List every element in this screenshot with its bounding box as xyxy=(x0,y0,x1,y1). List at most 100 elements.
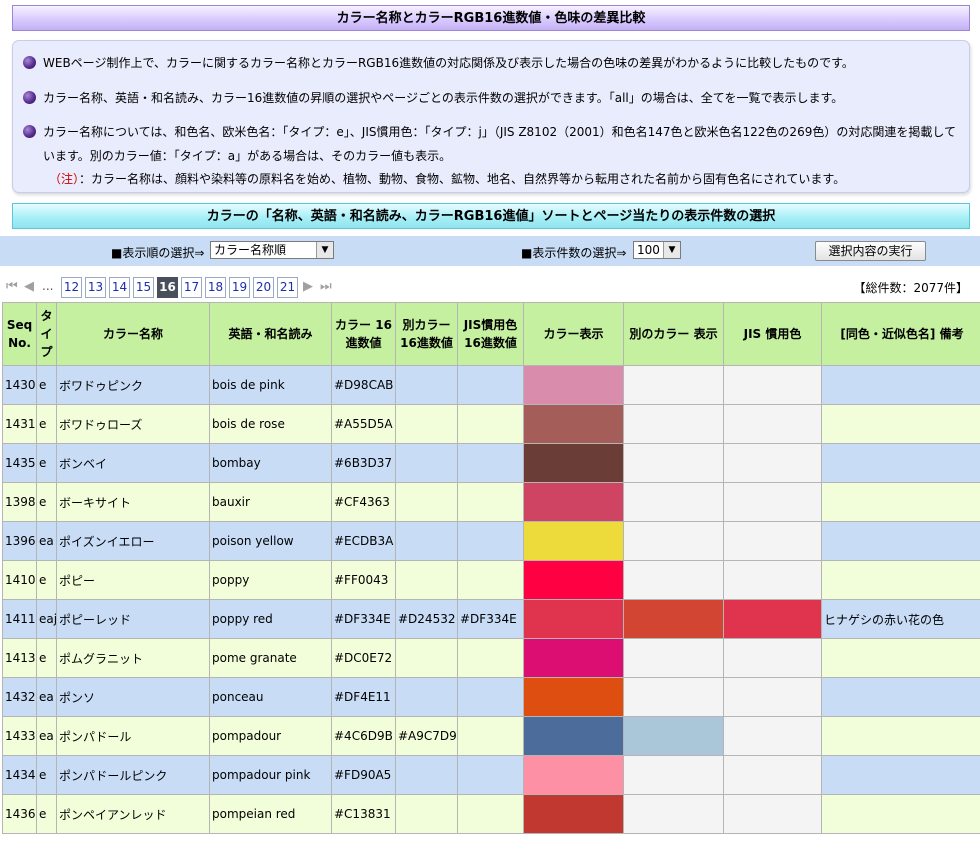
table-row: 1398 e ボーキサイト bauxir #CF4363 xyxy=(2,482,980,522)
cell-name: ポピー xyxy=(56,560,210,600)
note-text: ：カラー名称は、顔料や染料等の原料名を始め、植物、動物、食物、鉱物、地名、自然界… xyxy=(79,172,846,186)
next-page-icon[interactable]: ▶ xyxy=(303,280,313,294)
page-link[interactable]: 18 xyxy=(205,277,226,298)
cell-seq: 1410 xyxy=(2,560,37,600)
cell-jis-hex xyxy=(457,482,524,522)
cell-jis-hex xyxy=(457,716,524,756)
page-link[interactable]: 20 xyxy=(253,277,274,298)
cell-hex: #4C6D9B xyxy=(331,716,396,756)
swatch-main xyxy=(523,794,624,834)
col-seq: Seq No. xyxy=(2,302,37,366)
first-page-icon[interactable]: ⏮ xyxy=(6,280,18,294)
info-note: （注）：カラー名称は、顔料や染料等の原料名を始め、植物、動物、食物、鉱物、地名、… xyxy=(49,168,845,191)
table-header-row: Seq No. タイプ カラー名称 英語・和名読み カラー 16進数値 別カラー… xyxy=(2,302,980,366)
col-reading: 英語・和名読み xyxy=(209,302,332,366)
count-label: ■表示件数の選択⇒ xyxy=(521,246,627,260)
cell-note xyxy=(821,521,980,561)
col-alt-hex: 別カラー 16進数値 xyxy=(395,302,458,366)
cell-reading: poison yellow xyxy=(209,521,332,561)
cell-note xyxy=(821,794,980,834)
order-select[interactable]: カラー名称順 ▼ xyxy=(210,241,334,259)
col-hex: カラー 16進数値 xyxy=(331,302,396,366)
cell-alt-hex xyxy=(395,482,458,522)
cell-reading: bois de rose xyxy=(209,404,332,444)
cell-jis-hex xyxy=(457,677,524,717)
cell-note xyxy=(821,443,980,483)
col-jis-display: JIS 慣用色 xyxy=(723,302,822,366)
cell-alt-hex xyxy=(395,521,458,561)
page-link[interactable]: 13 xyxy=(85,277,106,298)
swatch-jis xyxy=(723,794,822,834)
chevron-down-icon[interactable]: ▼ xyxy=(663,242,680,258)
cell-type: eaj xyxy=(36,599,57,639)
swatch-alt xyxy=(623,638,724,678)
cell-type: e xyxy=(36,560,57,600)
cell-jis-hex xyxy=(457,443,524,483)
swatch-main xyxy=(523,599,624,639)
cell-alt-hex xyxy=(395,560,458,600)
swatch-jis xyxy=(723,755,822,795)
prev-page-icon[interactable]: ◀ xyxy=(24,280,34,294)
cell-note xyxy=(821,677,980,717)
cell-name: ポムグラニット xyxy=(56,638,210,678)
swatch-main xyxy=(523,443,624,483)
note-mark: （注） xyxy=(49,172,80,186)
last-page-icon[interactable]: ⏭ xyxy=(320,280,332,294)
cell-seq: 1396 xyxy=(2,521,37,561)
info-text: カラー名称、英語・和名読み、カラー16進数値の昇順の選択やページごとの表示件数の… xyxy=(43,91,844,105)
cell-name: ボワドゥローズ xyxy=(56,404,210,444)
page-link[interactable]: 15 xyxy=(133,277,154,298)
page-link[interactable]: 19 xyxy=(229,277,250,298)
swatch-main xyxy=(523,521,624,561)
page-link[interactable]: 12 xyxy=(61,277,82,298)
bullet-icon xyxy=(23,56,36,69)
cell-type: ea xyxy=(36,521,57,561)
cell-name: ポンソ xyxy=(56,677,210,717)
cell-note xyxy=(821,560,980,600)
cell-seq: 1430 xyxy=(2,365,37,405)
cell-hex: #DC0E72 xyxy=(331,638,396,678)
pager-ellipsis: ... xyxy=(42,279,54,293)
page-link[interactable]: 21 xyxy=(277,277,298,298)
swatch-jis xyxy=(723,716,822,756)
cell-alt-hex xyxy=(395,755,458,795)
swatch-alt xyxy=(623,521,724,561)
cell-reading: ponceau xyxy=(209,677,332,717)
color-table: Seq No. タイプ カラー名称 英語・和名読み カラー 16進数値 別カラー… xyxy=(2,302,980,834)
col-jis-hex: JIS慣用色 16進数値 xyxy=(457,302,524,366)
cell-note xyxy=(821,755,980,795)
count-select-value: 100 xyxy=(637,243,660,257)
bullet-icon xyxy=(23,125,36,138)
cell-name: ポピーレッド xyxy=(56,599,210,639)
count-select[interactable]: 100 ▼ xyxy=(633,241,681,259)
table-row: 1433 ea ポンパドール pompadour #4C6D9B #A9C7D9 xyxy=(2,716,980,756)
swatch-jis xyxy=(723,560,822,600)
cell-type: e xyxy=(36,794,57,834)
cell-note xyxy=(821,365,980,405)
info-text: WEBページ制作上で、カラーに関するカラー名称とカラーRGB16進数値の対応関係… xyxy=(43,56,854,70)
col-note: [同色・近似色名] 備考 xyxy=(821,302,980,366)
page-link[interactable]: 14 xyxy=(109,277,130,298)
chevron-down-icon[interactable]: ▼ xyxy=(316,242,333,258)
table-row: 1413 e ポムグラニット pome granate #DC0E72 xyxy=(2,638,980,678)
execute-button[interactable]: 選択内容の実行 xyxy=(815,241,926,261)
cell-note xyxy=(821,638,980,678)
page-link[interactable]: 17 xyxy=(181,277,202,298)
table-row: 1434 e ポンパドールピンク pompadour pink #FD90A5 xyxy=(2,755,980,795)
cell-hex: #CF4363 xyxy=(331,482,396,522)
cell-reading: pompadour xyxy=(209,716,332,756)
cell-jis-hex xyxy=(457,560,524,600)
cell-hex: #FD90A5 xyxy=(331,755,396,795)
cell-type: ea xyxy=(36,716,57,756)
cell-jis-hex xyxy=(457,404,524,444)
cell-type: e xyxy=(36,638,57,678)
cell-reading: bois de pink xyxy=(209,365,332,405)
table-row: 1396 ea ポイズンイエロー poison yellow #ECDB3A xyxy=(2,521,980,561)
cell-reading: poppy red xyxy=(209,599,332,639)
page-title: カラー名称とカラーRGB16進数値・色味の差異比較 xyxy=(12,5,970,31)
table-row: 1432 ea ポンソ ponceau #DF4E11 xyxy=(2,677,980,717)
cell-name: ボワドゥピンク xyxy=(56,365,210,405)
cell-type: ea xyxy=(36,677,57,717)
cell-type: e xyxy=(36,755,57,795)
col-type: タイプ xyxy=(36,302,57,366)
